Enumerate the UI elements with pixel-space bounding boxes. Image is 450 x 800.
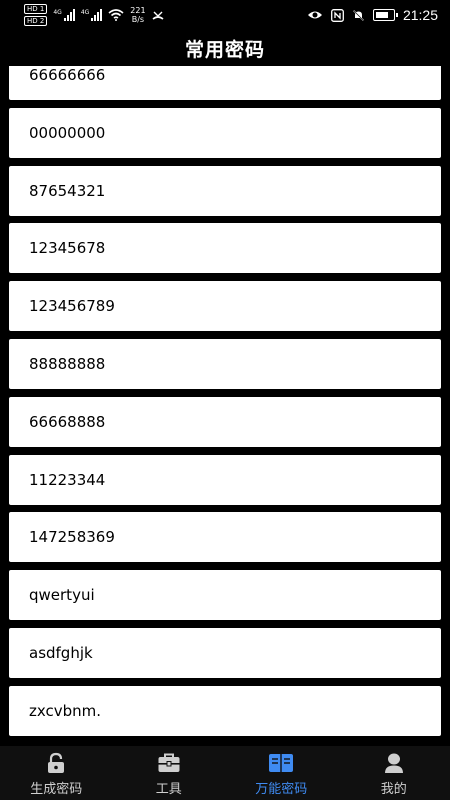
password-text: 88888888 — [29, 355, 106, 373]
password-text: 147258369 — [29, 528, 115, 547]
password-text: 87654321 — [29, 181, 106, 200]
password-text: 66666666 — [29, 66, 106, 84]
password-text: 00000000 — [29, 123, 106, 142]
net1-label: 4G — [53, 9, 62, 16]
eye-icon — [307, 11, 322, 19]
battery-icon — [372, 9, 398, 21]
password-text: 66668888 — [29, 412, 106, 431]
sim2-badge: HD 2 — [24, 16, 48, 26]
password-item[interactable]: 87654321 — [9, 165, 441, 216]
page-header: 常用密码 — [0, 30, 450, 66]
nav-label: 万能密码 — [255, 782, 308, 797]
password-item[interactable]: qwertyui — [9, 570, 441, 621]
clock: 21:25 — [402, 7, 438, 23]
password-text: asdfghjk — [29, 644, 93, 662]
password-text: 123456789 — [29, 297, 115, 316]
password-item[interactable]: 147258369 — [9, 512, 441, 563]
status-bar: HD 1 HD 2 4G 4G 221 B/s 21:25 — [0, 0, 450, 30]
nav-label: 生成密码 — [30, 782, 83, 797]
password-item[interactable]: 00000000 — [9, 107, 441, 158]
lock-icon — [43, 752, 69, 774]
speed-unit: B/s — [131, 15, 145, 24]
missed-call-icon — [152, 11, 164, 20]
nfc-icon — [331, 8, 344, 22]
book-icon — [268, 752, 294, 774]
password-item[interactable]: 66666666 — [9, 66, 441, 100]
signal-1-icon: 4G — [53, 9, 75, 21]
network-speed: 221 B/s — [130, 6, 145, 24]
wifi-icon — [108, 9, 124, 21]
sim-indicators: HD 1 HD 2 — [24, 4, 48, 26]
password-list[interactable]: 66666666 00000000 87654321 12345678 12345678… — [0, 66, 450, 746]
nav-master-password[interactable]: 万能密码 — [225, 746, 338, 800]
password-text: qwertyui — [29, 586, 95, 605]
nav-generate-password[interactable]: 生成密码 — [0, 746, 113, 800]
nav-tools[interactable]: 工具 — [113, 746, 226, 800]
password-item[interactable]: 88888888 — [9, 339, 441, 389]
password-item[interactable]: 66668888 — [9, 396, 441, 447]
password-text: 12345678 — [29, 239, 106, 258]
nav-label: 我的 — [380, 782, 407, 797]
bottom-nav: 生成密码 工具 万能密码 我的 — [0, 746, 450, 800]
signal-2-icon: 4G — [80, 9, 103, 21]
speed-value: 221 — [130, 6, 146, 15]
password-text: 11223344 — [29, 470, 106, 489]
password-item[interactable]: 123456789 — [9, 281, 441, 332]
password-text: zxcvbnm. — [29, 701, 102, 720]
page-title: 常用密码 — [184, 38, 265, 61]
person-icon — [381, 752, 407, 774]
password-item[interactable]: zxcvbnm. — [9, 685, 441, 736]
nav-label: 工具 — [155, 782, 182, 797]
status-left: HD 1 HD 2 4G 4G 221 B/s — [24, 4, 164, 26]
net2-label: 4G — [80, 9, 90, 16]
password-item[interactable]: 11223344 — [9, 454, 441, 505]
nav-mine[interactable]: 我的 — [338, 746, 450, 800]
sim1-badge: HD 1 — [24, 4, 48, 14]
status-right: 21:25 — [307, 7, 438, 23]
password-item[interactable]: asdfghjk — [9, 628, 441, 678]
toolbox-icon — [156, 752, 182, 774]
mute-bell-icon — [352, 9, 364, 21]
password-item[interactable]: 12345678 — [9, 223, 441, 274]
